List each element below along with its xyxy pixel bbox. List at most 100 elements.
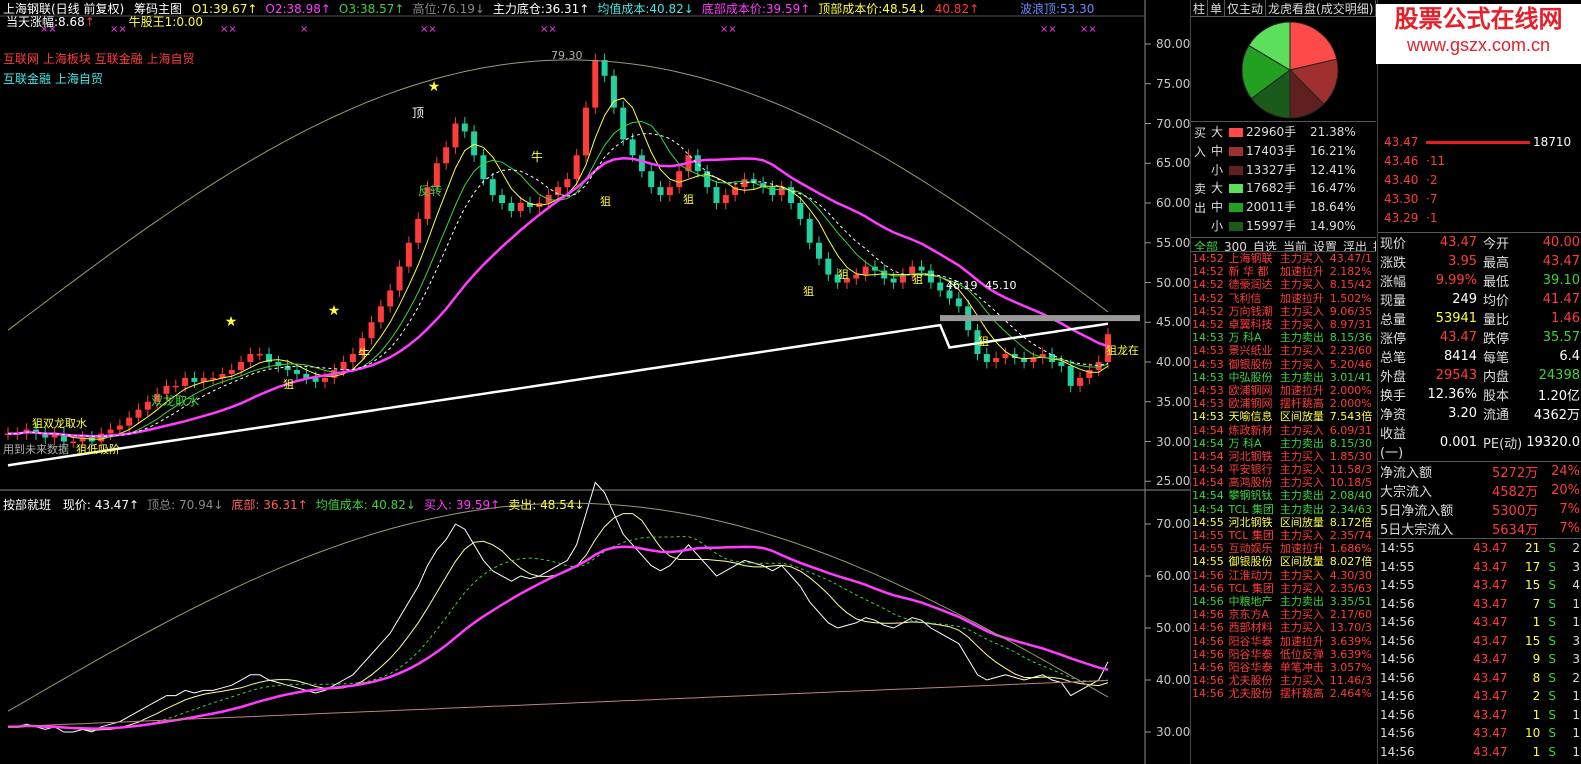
header-item-1: O2:38.98↑	[265, 2, 331, 16]
tick-count: 3	[1572, 633, 1580, 648]
list-tab-2[interactable]: 自选	[1253, 240, 1277, 251]
stock-terminal-window: ×× ×× ×× × ×× ×× ×× ×× ×× ★ ★ ★ 上海钢联(日线 前复权) 筹码主图 O…	[0, 0, 1581, 764]
alert-time: 14:53	[1192, 344, 1224, 358]
alert-value: 2.23/60	[1329, 344, 1372, 358]
alert-row[interactable]: 14:52 德豪润达 主力买入 8.15/42	[1191, 278, 1377, 291]
alert-row[interactable]: 14:54 TCL 集团 主力卖出 2.34/63	[1191, 503, 1377, 516]
tick-side: S	[1548, 541, 1556, 556]
buy-section-row: 大 22960手 21.38%	[1211, 124, 1356, 141]
alert-stock: 天喻信息	[1228, 410, 1273, 424]
alert-time: 14:54	[1192, 476, 1224, 490]
order-price: 43.47	[1384, 135, 1419, 149]
tick-side: S	[1548, 578, 1556, 593]
side-tab-3[interactable]: 龙虎看盘(成交明细)	[1266, 0, 1376, 16]
flow-key: 净流入额	[1380, 466, 1433, 481]
alert-row[interactable]: 14:56 阳谷华泰 加速拉升 3.639%	[1191, 634, 1377, 648]
alert-row[interactable]: 14:52 卓翼科技 主力买入 8.97/31	[1191, 318, 1377, 331]
alert-row[interactable]: 14:55 TCL 集团 主力买入 2.35/74	[1191, 529, 1377, 542]
alert-row[interactable]: 14:54 平安银行 主力买入 11.58/3	[1191, 463, 1377, 476]
tick-time: 14:56	[1380, 689, 1415, 704]
alert-row[interactable]: 14:55 河北钢铁 区间放量 8.172倍	[1191, 516, 1377, 529]
list-tab-6[interactable]: 扩大	[1373, 240, 1376, 251]
alert-row[interactable]: 14:54 攀钢钒钛 主力卖出 2.08/40	[1191, 489, 1377, 502]
list-tab-0[interactable]: 全部	[1194, 240, 1218, 251]
signal-cross: ××	[1080, 24, 1097, 35]
axis-tick-lower: 70.00	[1156, 517, 1191, 531]
alert-row[interactable]: 14:56 江淮动力 主力买入 4.30/30	[1191, 569, 1377, 582]
snipe-marker-5: 狙	[838, 268, 849, 281]
alert-time: 14:56	[1192, 660, 1224, 674]
signal-cross: ××	[720, 24, 737, 35]
side-tab-0[interactable]: 柱	[1191, 0, 1209, 16]
alert-row[interactable]: 14:53 万 科A 主力卖出 8.15/36	[1191, 331, 1377, 344]
alert-row[interactable]: 14:56 中粮地产 主力卖出 3.35/51	[1191, 595, 1377, 608]
candle-body	[601, 59, 608, 76]
alert-row[interactable]: 14:53 欧浦钢网 加速拉升 2.000%	[1191, 384, 1377, 397]
side-tab-2[interactable]: 仅主动	[1225, 0, 1267, 16]
alert-row[interactable]: 14:53 景兴纸业 主力买入 2.23/60	[1191, 344, 1377, 357]
quote-value: 3.95	[1448, 254, 1478, 269]
indicator-name[interactable]: 按部就班	[3, 498, 51, 512]
alert-action: 主力卖出	[1279, 594, 1324, 608]
alert-row[interactable]: 14:54 万 科A 主力卖出 8.15/30	[1191, 437, 1377, 450]
alert-row[interactable]: 14:56 TCL 集团 主力买入 2.35/63	[1191, 582, 1377, 595]
alert-row[interactable]: 14:54 高鸿股份 主力买入 10.18/5	[1191, 476, 1377, 489]
alert-time: 14:56	[1192, 621, 1224, 635]
alert-row[interactable]: 14:56 尤夫股份 摆杆跳高 2.464%	[1191, 687, 1377, 700]
quote-value: 1.20亿	[1538, 389, 1580, 404]
alert-stock: 尤夫股份	[1228, 674, 1273, 688]
alert-row[interactable]: 14:53 欧浦钢网 摆杆跳高 2.000%	[1191, 397, 1377, 410]
orderbook-row: 43.47 18710	[1378, 133, 1581, 152]
signal-cross: ××	[1040, 24, 1057, 35]
alert-row[interactable]: 14:56 阳谷华泰 单笔冲击 3.057%	[1191, 661, 1377, 674]
axis-tick-upper: 35.00	[1156, 394, 1191, 409]
alert-action: 主力买入	[1279, 252, 1324, 266]
alert-row[interactable]: 14:52 万向钱潮 主力买入 9.06/35	[1191, 305, 1377, 318]
tick-count: 1	[1572, 707, 1580, 722]
quote-value: 43.47	[1439, 235, 1478, 250]
price-chart[interactable]: ×× ×× ×× × ×× ×× ×× ×× ××★★★	[0, 0, 1190, 764]
side-tab-1[interactable]: 单	[1208, 0, 1226, 16]
alert-row[interactable]: 14:52 飞利信 加速拉升 1.502%	[1191, 292, 1377, 305]
alert-stock: TCL 集团	[1228, 502, 1274, 516]
candle-body	[862, 266, 869, 275]
candle-body	[573, 155, 580, 180]
tick-row: 14:56 43.47 10 S 1	[1378, 724, 1581, 743]
alert-row[interactable]: 14:56 京东方A 主力买入 2.17/60	[1191, 608, 1377, 621]
snipe-marker-3: 狙	[283, 378, 294, 391]
alert-row[interactable]: 14:56 西部材料 主力买入 13.70/3	[1191, 621, 1377, 634]
tick-price: 43.47	[1472, 652, 1508, 667]
candle-body	[471, 131, 478, 156]
snipe-marker-4: 狙	[803, 285, 814, 298]
candle-body	[713, 187, 720, 203]
list-tab-5[interactable]: 浮出	[1343, 240, 1367, 251]
alert-row[interactable]: 14:55 互动娱乐 加速拉升 1.686%	[1191, 542, 1377, 555]
alert-value: 3.01/41	[1329, 370, 1372, 384]
alert-row[interactable]: 14:54 炼政新材 主力买入 6.09/31	[1191, 423, 1377, 437]
alert-row[interactable]: 14:52 新 华 都加速拉升 2.182%	[1191, 265, 1377, 278]
buy-sell-breakdown: 买入大 22960手 21.38% 中 17403手 16.21% 小 13327手 12.41…	[1191, 121, 1376, 237]
candle-body	[983, 354, 990, 362]
list-tab-4[interactable]: 设置	[1313, 240, 1337, 251]
size-swatch	[1229, 166, 1243, 175]
alert-row[interactable]: 14:53 中弘股份 主力卖出 3.01/41	[1191, 371, 1377, 384]
alert-value: 13.70/3	[1329, 621, 1372, 635]
quote-row: 收益(一) 0.001 PE(动) 19320.0	[1378, 423, 1581, 461]
alert-value: 4.30/30	[1329, 568, 1372, 582]
alert-row[interactable]: 14:56 阳谷华泰 低位反弹 3.639%	[1191, 648, 1377, 661]
alert-row[interactable]: 14:52 上海钢联 主力买入 43.47/1	[1191, 252, 1377, 265]
alert-action: 主力卖出	[1279, 502, 1324, 516]
market-alert-list: 14:52 上海钢联 主力买入 43.47/1 14:52 新 华 都加速拉升 2.182%…	[1191, 252, 1377, 700]
candle-body	[582, 107, 589, 156]
alert-row[interactable]: 14:56 尤夫股份 主力买入 11.46/3	[1191, 674, 1377, 687]
tick-count: 1	[1572, 615, 1580, 630]
alert-stock: 高鸿股份	[1228, 476, 1273, 490]
list-tab-3[interactable]: 当前	[1283, 240, 1307, 251]
alert-row[interactable]: 14:55 御银股份 区间放量 8.027倍	[1191, 555, 1377, 568]
candle-body	[238, 362, 245, 370]
list-tab-1[interactable]: 300	[1224, 240, 1247, 251]
alert-row[interactable]: 14:54 河北钢铁 主力买入 1.85/30	[1191, 450, 1377, 463]
alert-row[interactable]: 14:53 御银股份 主力买入 5.20/46	[1191, 358, 1377, 371]
alert-value: 6.09/31	[1329, 423, 1372, 437]
alert-row[interactable]: 14:53 天喻信息 区间放量 7.543倍	[1191, 410, 1377, 423]
